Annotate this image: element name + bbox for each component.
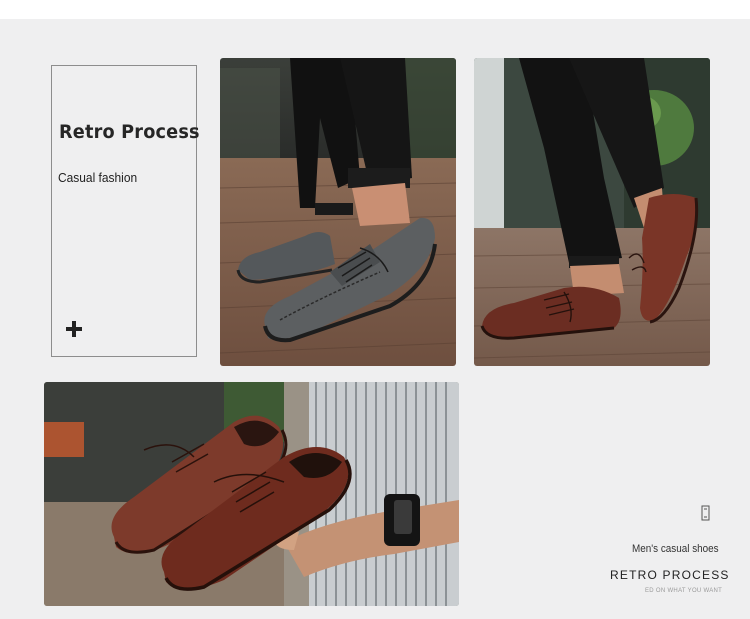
product-photo-brown-loafers-worn [474,58,710,366]
card-subtitle: Casual fashion [58,170,138,185]
product-photo-grey-loafers [220,58,456,366]
feature-card: Retro Process Casual fashion [51,65,200,357]
card-headline: Retro Process [59,121,200,143]
plus-icon [66,321,82,337]
caption-tagline: ED ON WHAT YOU WANT [645,588,723,594]
caption-title: RETRO PROCESS [610,568,730,582]
product-photo-hand-holding-loafers [44,382,459,606]
caption-category: Men's casual shoes [632,543,719,555]
tag-outline-icon [701,505,710,521]
